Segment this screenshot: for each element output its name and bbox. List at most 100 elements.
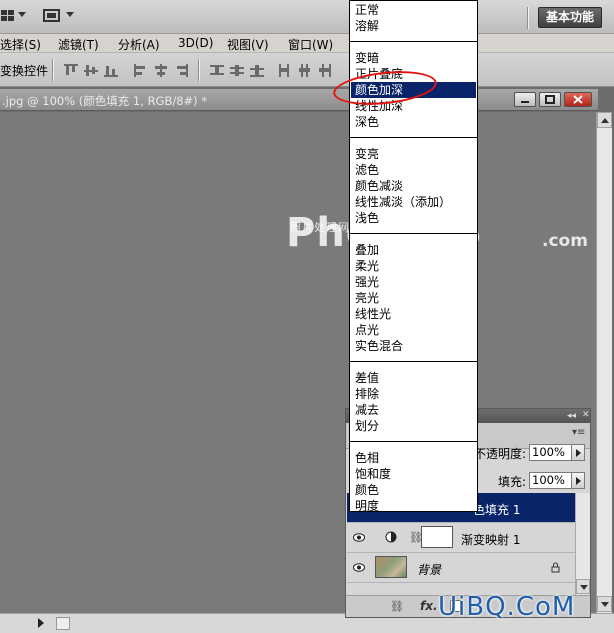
align-top-icon[interactable] <box>64 64 78 77</box>
opacity-label: 不透明度: <box>474 447 527 461</box>
blend-item[interactable]: 变亮 <box>351 146 476 162</box>
blend-item[interactable]: 排除 <box>351 386 476 402</box>
menu-filter[interactable]: 滤镜(T) <box>58 36 99 53</box>
menu-divider <box>350 137 477 138</box>
layer-name: 渐变映射 1 <box>461 533 521 547</box>
arrow-up-icon <box>601 118 609 123</box>
toolbar-divider <box>527 7 529 29</box>
fill-input[interactable]: 100% <box>529 472 573 489</box>
triangle-right-icon <box>576 477 581 485</box>
vertical-scrollbar[interactable] <box>596 112 612 613</box>
menu-divider <box>350 361 477 362</box>
align-left-icon[interactable] <box>134 64 148 77</box>
distribute-left-icon[interactable] <box>278 64 292 77</box>
blend-item[interactable]: 线性光 <box>351 306 476 322</box>
blend-item[interactable]: 强光 <box>351 274 476 290</box>
eye-icon[interactable] <box>353 533 365 542</box>
link-layers-icon[interactable]: ⛓ <box>390 600 404 613</box>
chevron-down-icon[interactable] <box>66 12 74 17</box>
scroll-up-button[interactable] <box>597 112 612 128</box>
blend-item[interactable]: 颜色减淡 <box>351 178 476 194</box>
layer-row-background[interactable]: 背景 <box>347 553 575 583</box>
distribute-vertical-center-icon[interactable] <box>230 64 244 77</box>
close-icon <box>573 95 583 104</box>
distribute-horizontal-center-icon[interactable] <box>298 64 312 77</box>
arrow-down-icon <box>601 602 609 607</box>
maximize-button[interactable] <box>539 92 561 107</box>
blend-item[interactable]: 减去 <box>351 402 476 418</box>
toolbar-divider <box>198 59 200 81</box>
menu-divider <box>350 441 477 442</box>
menu-select[interactable]: 选择(S) <box>0 36 41 53</box>
blend-item[interactable]: 实色混合 <box>351 338 476 354</box>
distribute-bottom-icon[interactable] <box>250 64 264 77</box>
scroll-down-button[interactable] <box>597 596 612 612</box>
align-bottom-icon[interactable] <box>104 64 118 77</box>
fill-slider-button[interactable] <box>571 472 585 489</box>
menu-3d[interactable]: 3D(D) <box>178 36 213 50</box>
screen-mode-icon[interactable] <box>42 8 60 24</box>
panel-menu-icon[interactable]: ▾≡ <box>572 427 585 438</box>
minimize-button[interactable] <box>514 92 536 107</box>
blend-item[interactable]: 柔光 <box>351 258 476 274</box>
document-tab[interactable]: .jpg @ 100% (颜色填充 1, RGB/8#) * <box>0 89 598 111</box>
blend-item[interactable]: 差值 <box>351 370 476 386</box>
align-vertical-center-icon[interactable] <box>84 64 98 77</box>
layer-mask-thumbnail[interactable] <box>421 526 453 548</box>
blend-item[interactable]: 点光 <box>351 322 476 338</box>
transform-controls-label[interactable]: 变换控件 <box>0 62 48 79</box>
blend-item[interactable]: 浅色 <box>351 210 476 226</box>
blend-item[interactable]: 明度 <box>351 498 476 514</box>
close-button[interactable] <box>564 92 592 107</box>
blend-item[interactable]: 饱和度 <box>351 466 476 482</box>
eye-icon[interactable] <box>353 563 365 572</box>
arrow-down-icon <box>580 585 588 590</box>
blend-item[interactable]: 划分 <box>351 418 476 434</box>
watermark-com: .com <box>542 231 588 251</box>
align-horizontal-center-icon[interactable] <box>154 64 168 77</box>
workspace-essentials-button[interactable]: 基本功能 <box>538 7 602 28</box>
layer-image-thumbnail[interactable] <box>375 556 407 578</box>
close-icon[interactable]: ✕ <box>582 410 590 420</box>
arrow-right-icon[interactable] <box>38 618 44 628</box>
blend-item[interactable]: 滤色 <box>351 162 476 178</box>
opacity-input[interactable]: 100% <box>529 444 573 461</box>
blend-item[interactable]: 色相 <box>351 450 476 466</box>
menu-window[interactable]: 窗口(W) <box>288 36 333 53</box>
blend-item[interactable]: 溶解 <box>351 18 476 34</box>
application-bar: 基本功能 <box>0 0 614 34</box>
blend-item[interactable]: 颜色 <box>351 482 476 498</box>
layer-name: 背景 <box>417 563 442 577</box>
scroll-down-button[interactable] <box>576 579 590 594</box>
scroll-left-button[interactable] <box>56 617 70 630</box>
adjustment-layer-icon <box>385 531 397 543</box>
site-watermark: UiBQ.CoM <box>438 592 576 622</box>
blend-item[interactable]: 亮光 <box>351 290 476 306</box>
blend-item[interactable]: 叠加 <box>351 242 476 258</box>
chevron-down-icon[interactable] <box>18 12 26 17</box>
distribute-right-icon[interactable] <box>318 64 332 77</box>
layer-row-gradient-map[interactable]: ⛓ 渐变映射 1 <box>347 523 575 553</box>
distribute-top-icon[interactable] <box>210 64 224 77</box>
lock-icon <box>551 562 560 573</box>
menu-view[interactable]: 视图(V) <box>227 36 269 53</box>
document-title: .jpg @ 100% (颜色填充 1, RGB/8#) * <box>2 94 208 108</box>
triangle-right-icon <box>576 449 581 457</box>
options-bar: 变换控件 <box>0 53 614 87</box>
align-right-icon[interactable] <box>174 64 188 77</box>
blend-item[interactable]: 深色 <box>351 114 476 130</box>
blend-item[interactable]: 线性减淡（添加） <box>351 194 476 210</box>
layer-style-fx-button[interactable]: fx. <box>420 599 438 613</box>
blend-item[interactable]: 变暗 <box>351 50 476 66</box>
menu-bar: 选择(S) 滤镜(T) 分析(A) 3D(D) 视图(V) 窗口(W) <box>0 34 614 53</box>
layer-name: 色填充 1 <box>473 503 521 517</box>
collapse-icon[interactable]: ◂◂ <box>567 411 576 421</box>
opacity-slider-button[interactable] <box>571 444 585 461</box>
layers-scrollbar[interactable] <box>575 493 590 595</box>
blend-item[interactable]: 正常 <box>351 2 476 18</box>
toolbar-divider <box>52 59 54 81</box>
menu-divider <box>350 233 477 234</box>
fill-label: 填充: <box>498 475 527 489</box>
menu-analysis[interactable]: 分析(A) <box>118 36 160 53</box>
grid-layout-icon[interactable] <box>0 8 18 24</box>
